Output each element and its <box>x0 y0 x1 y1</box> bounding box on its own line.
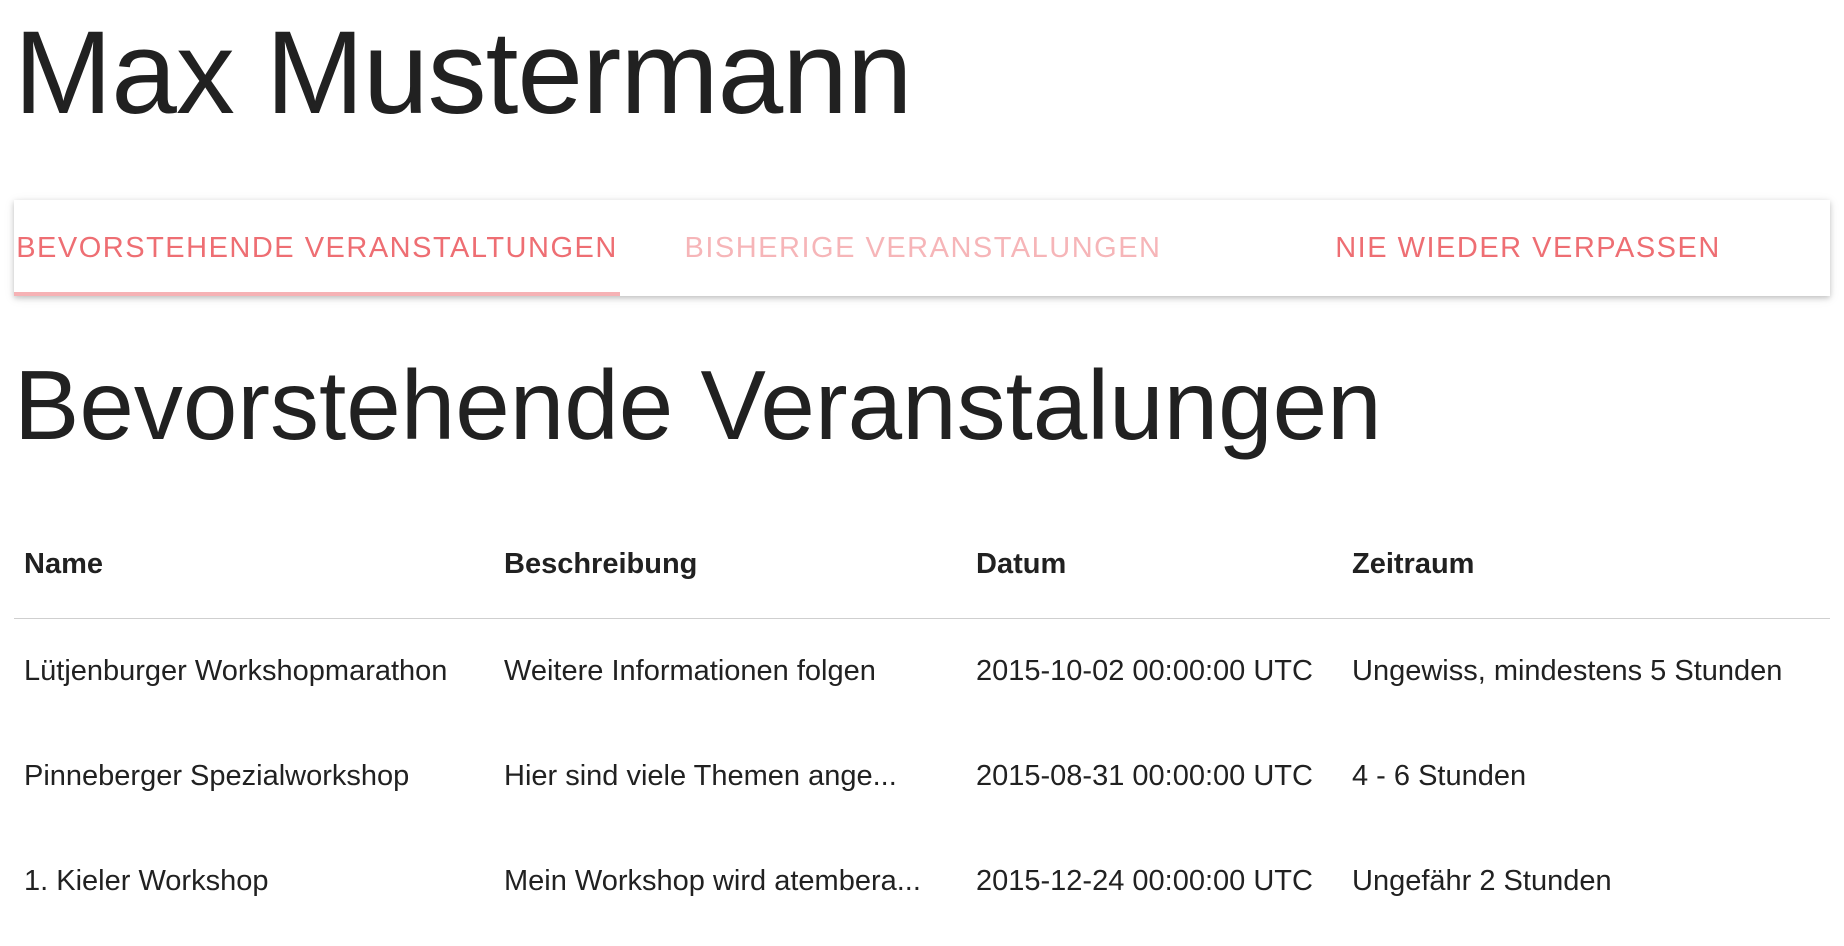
event-name-cell: Lütjenburger Workshopmarathon <box>24 655 448 687</box>
column-header-name: Name <box>14 510 494 619</box>
events-table: Name Beschreibung Datum Zeitraum Lütjenb… <box>14 510 1830 934</box>
table-row: Lütjenburger Workshopmarathon Weitere In… <box>14 619 1830 725</box>
table-row: 1. Kieler Workshop Mein Workshop wird at… <box>14 829 1830 934</box>
event-description-cell: Hier sind viele Themen ange... <box>504 760 897 792</box>
event-name-cell: 1. Kieler Workshop <box>24 865 269 897</box>
column-header-date: Datum <box>966 510 1342 619</box>
event-description-cell: Weitere Informationen folgen <box>504 655 876 687</box>
profile-name: Max Mustermann <box>14 7 913 139</box>
section-heading: Bevorstehende Veranstalungen <box>14 350 1382 460</box>
tab-past-events[interactable]: BISHERIGE VERANSTALUNGEN <box>620 200 1226 296</box>
event-description-cell: Mein Workshop wird atembera... <box>504 865 921 897</box>
event-duration-cell: 4 - 6 Stunden <box>1352 760 1527 792</box>
table-body: Lütjenburger Workshopmarathon Weitere In… <box>14 619 1830 935</box>
event-duration-cell: Ungefähr 2 Stunden <box>1352 865 1612 897</box>
page: Max Mustermann BEVORSTEHENDE VERANSTALTU… <box>0 0 1844 946</box>
event-duration-cell: Ungewiss, mindestens 5 Stunden <box>1352 655 1783 687</box>
table-row: Pinneberger Spezialworkshop Hier sind vi… <box>14 724 1830 829</box>
column-header-description: Beschreibung <box>494 510 966 619</box>
table-header-row: Name Beschreibung Datum Zeitraum <box>14 510 1830 619</box>
event-name-cell: Pinneberger Spezialworkshop <box>24 760 410 792</box>
event-date-cell: 2015-12-24 00:00:00 UTC <box>976 865 1313 897</box>
column-header-duration: Zeitraum <box>1342 510 1830 619</box>
event-date-cell: 2015-08-31 00:00:00 UTC <box>976 760 1313 792</box>
active-tab-indicator <box>14 292 620 296</box>
event-date-cell: 2015-10-02 00:00:00 UTC <box>976 655 1313 687</box>
tab-upcoming-events[interactable]: BEVORSTEHENDE VERANSTALTUNGEN <box>14 200 620 296</box>
tab-never-miss-again[interactable]: NIE WIEDER VERPASSEN <box>1226 200 1830 296</box>
tab-bar: BEVORSTEHENDE VERANSTALTUNGEN BISHERIGE … <box>14 200 1830 296</box>
table-header: Name Beschreibung Datum Zeitraum <box>14 510 1830 619</box>
